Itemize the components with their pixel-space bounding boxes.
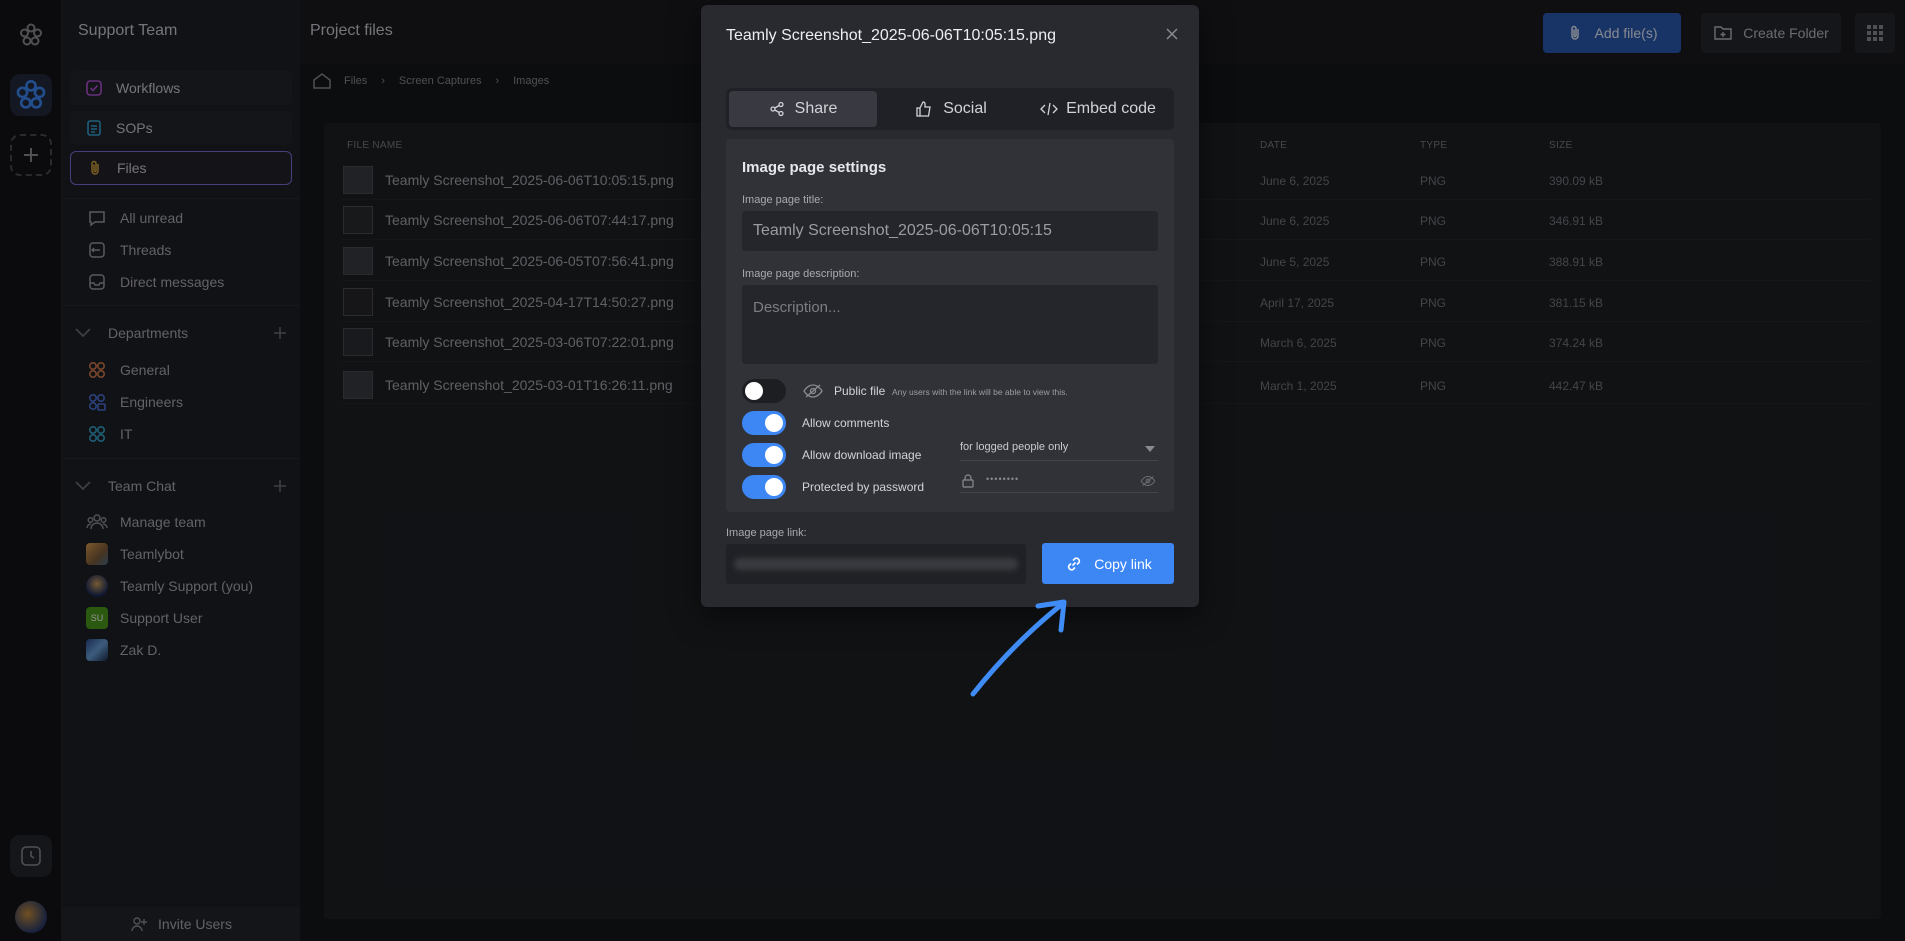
page-link-field[interactable] [726,544,1026,584]
image-page-settings: Image page settings Image page title: Te… [726,139,1174,512]
description-input[interactable]: Description... [742,285,1158,364]
allow-download-toggle[interactable] [742,443,786,467]
link-icon [1068,556,1081,571]
password-input[interactable]: •••••••• [960,469,1158,493]
password-value: •••••••• [986,474,1020,484]
close-icon[interactable] [1165,27,1179,41]
allow-download-label: Allow download image [802,448,922,462]
copy-link-button[interactable]: Copy link [1042,543,1174,584]
modal-title: Teamly Screenshot_2025-06-06T10:05:15.pn… [726,27,1056,44]
tab-label: Embed code [1066,100,1156,117]
copy-link-label: Copy link [1094,555,1152,572]
code-icon [1040,102,1058,116]
tab-share[interactable]: Share [729,91,877,127]
public-file-toggle[interactable] [742,379,786,403]
tab-embed-code[interactable]: Embed code [1025,91,1171,127]
thumbs-up-icon [916,101,931,117]
page-title-input[interactable]: Teamly Screenshot_2025-06-06T10:05:15 [742,211,1158,251]
annotation-arrow-icon [970,599,1067,697]
settings-title: Image page settings [742,159,887,176]
share-modal: Teamly Screenshot_2025-06-06T10:05:15.pn… [701,5,1199,607]
share-tabs: Share Social Embed code [726,88,1174,130]
eye-off-icon[interactable] [1140,475,1156,487]
share-icon [769,101,784,117]
page-link-label: Image page link: [726,527,807,539]
public-file-hint: Any users with the link will be able to … [892,387,1068,397]
allow-comments-toggle[interactable] [742,411,786,435]
page-title-label: Image page title: [742,194,824,206]
tab-social[interactable]: Social [877,91,1025,127]
public-file-label: Public file [834,384,886,398]
lock-icon [962,474,974,488]
tab-label: Share [794,100,838,117]
download-permission-select[interactable]: for logged people only [960,437,1158,461]
password-toggle[interactable] [742,475,786,499]
blurred-link [734,558,1018,570]
allow-comments-label: Allow comments [802,416,890,430]
tab-label: Social [943,100,987,117]
download-option-value: for logged people only [960,441,1069,453]
eye-off-icon [803,384,823,398]
description-label: Image page description: [742,268,860,280]
caret-down-icon [1145,446,1155,452]
password-label: Protected by password [802,480,925,494]
